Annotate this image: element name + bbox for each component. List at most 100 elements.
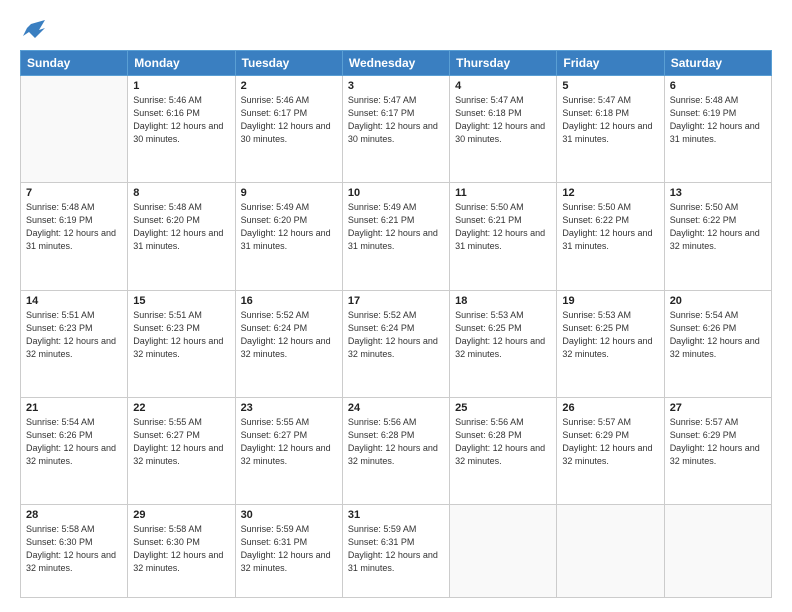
day-number: 5 [562, 80, 658, 92]
logo [20, 22, 45, 40]
cell-info: Sunrise: 5:52 AMSunset: 6:24 PMDaylight:… [241, 310, 331, 359]
calendar-cell: 22 Sunrise: 5:55 AMSunset: 6:27 PMDayligh… [128, 397, 235, 504]
calendar-cell: 9 Sunrise: 5:49 AMSunset: 6:20 PMDaylight… [235, 183, 342, 290]
cell-info: Sunrise: 5:58 AMSunset: 6:30 PMDaylight:… [133, 524, 223, 573]
calendar-cell: 30Sunrise: 5:59 AMSunset: 6:31 PMDayligh… [235, 505, 342, 598]
calendar-cell: 11Sunrise: 5:50 AMSunset: 6:21 PMDayligh… [450, 183, 557, 290]
header [20, 18, 772, 40]
weekday-header-friday: Friday [557, 51, 664, 76]
cell-info: Sunrise: 5:59 AMSunset: 6:31 PMDaylight:… [348, 524, 438, 573]
cell-info: Sunrise: 5:54 AMSunset: 6:26 PMDaylight:… [26, 417, 116, 466]
day-number: 26 [562, 402, 658, 414]
cell-info: Sunrise: 5:50 AMSunset: 6:22 PMDaylight:… [670, 202, 760, 251]
day-number: 14 [26, 295, 122, 307]
cell-info: Sunrise: 5:59 AMSunset: 6:31 PMDaylight:… [241, 524, 331, 573]
cell-info: Sunrise: 5:49 AMSunset: 6:20 PMDaylight:… [241, 202, 331, 251]
calendar-cell: 1 Sunrise: 5:46 AMSunset: 6:16 PMDaylight… [128, 76, 235, 183]
day-number: 7 [26, 187, 122, 199]
calendar-cell: 31 Sunrise: 5:59 AMSunset: 6:31 PMDayligh… [342, 505, 449, 598]
day-number: 21 [26, 402, 122, 414]
day-number: 11 [455, 187, 551, 199]
calendar-row-4: 28 Sunrise: 5:58 AMSunset: 6:30 PMDayligh… [21, 505, 772, 598]
day-number: 4 [455, 80, 551, 92]
calendar-cell: 16 Sunrise: 5:52 AMSunset: 6:24 PMDayligh… [235, 290, 342, 397]
calendar-cell: 28 Sunrise: 5:58 AMSunset: 6:30 PMDayligh… [21, 505, 128, 598]
day-number: 6 [670, 80, 766, 92]
cell-info: Sunrise: 5:51 AMSunset: 6:23 PMDaylight:… [26, 310, 116, 359]
cell-info: Sunrise: 5:56 AMSunset: 6:28 PMDaylight:… [455, 417, 545, 466]
day-number: 16 [241, 295, 337, 307]
calendar-cell: 10 Sunrise: 5:49 AMSunset: 6:21 PMDayligh… [342, 183, 449, 290]
day-number: 1 [133, 80, 229, 92]
cell-info: Sunrise: 5:53 AMSunset: 6:25 PMDaylight:… [455, 310, 545, 359]
calendar-cell: 3 Sunrise: 5:47 AMSunset: 6:17 PMDaylight… [342, 76, 449, 183]
day-number: 31 [348, 509, 444, 521]
day-number: 19 [562, 295, 658, 307]
day-number: 15 [133, 295, 229, 307]
cell-info: Sunrise: 5:57 AMSunset: 6:29 PMDaylight:… [562, 417, 652, 466]
cell-info: Sunrise: 5:52 AMSunset: 6:24 PMDaylight:… [348, 310, 438, 359]
weekday-header-sunday: Sunday [21, 51, 128, 76]
day-number: 20 [670, 295, 766, 307]
day-number: 29 [133, 509, 229, 521]
cell-info: Sunrise: 5:47 AMSunset: 6:18 PMDaylight:… [455, 95, 545, 144]
calendar-cell: 21 Sunrise: 5:54 AMSunset: 6:26 PMDayligh… [21, 397, 128, 504]
calendar-cell [664, 505, 771, 598]
calendar-cell: 4 Sunrise: 5:47 AMSunset: 6:18 PMDaylight… [450, 76, 557, 183]
cell-info: Sunrise: 5:54 AMSunset: 6:26 PMDaylight:… [670, 310, 760, 359]
calendar-cell: 12Sunrise: 5:50 AMSunset: 6:22 PMDayligh… [557, 183, 664, 290]
calendar-cell: 25Sunrise: 5:56 AMSunset: 6:28 PMDayligh… [450, 397, 557, 504]
cell-info: Sunrise: 5:55 AMSunset: 6:27 PMDaylight:… [133, 417, 223, 466]
calendar-table: SundayMondayTuesdayWednesdayThursdayFrid… [20, 50, 772, 598]
weekday-row: SundayMondayTuesdayWednesdayThursdayFrid… [21, 51, 772, 76]
cell-info: Sunrise: 5:48 AMSunset: 6:20 PMDaylight:… [133, 202, 223, 251]
day-number: 24 [348, 402, 444, 414]
day-number: 3 [348, 80, 444, 92]
calendar-cell: 27 Sunrise: 5:57 AMSunset: 6:29 PMDayligh… [664, 397, 771, 504]
cell-info: Sunrise: 5:48 AMSunset: 6:19 PMDaylight:… [26, 202, 116, 251]
calendar-cell [450, 505, 557, 598]
calendar-cell: 6Sunrise: 5:48 AMSunset: 6:19 PMDaylight… [664, 76, 771, 183]
calendar-cell: 14 Sunrise: 5:51 AMSunset: 6:23 PMDayligh… [21, 290, 128, 397]
day-number: 27 [670, 402, 766, 414]
day-number: 18 [455, 295, 551, 307]
weekday-header-tuesday: Tuesday [235, 51, 342, 76]
calendar-row-1: 7 Sunrise: 5:48 AMSunset: 6:19 PMDaylight… [21, 183, 772, 290]
cell-info: Sunrise: 5:57 AMSunset: 6:29 PMDaylight:… [670, 417, 760, 466]
day-number: 13 [670, 187, 766, 199]
cell-info: Sunrise: 5:56 AMSunset: 6:28 PMDaylight:… [348, 417, 438, 466]
calendar-cell [21, 76, 128, 183]
calendar-cell: 8 Sunrise: 5:48 AMSunset: 6:20 PMDaylight… [128, 183, 235, 290]
cell-info: Sunrise: 5:55 AMSunset: 6:27 PMDaylight:… [241, 417, 331, 466]
day-number: 12 [562, 187, 658, 199]
calendar-row-0: 1 Sunrise: 5:46 AMSunset: 6:16 PMDaylight… [21, 76, 772, 183]
calendar-cell: 7 Sunrise: 5:48 AMSunset: 6:19 PMDaylight… [21, 183, 128, 290]
calendar-cell: 15 Sunrise: 5:51 AMSunset: 6:23 PMDayligh… [128, 290, 235, 397]
day-number: 28 [26, 509, 122, 521]
cell-info: Sunrise: 5:58 AMSunset: 6:30 PMDaylight:… [26, 524, 116, 573]
weekday-header-saturday: Saturday [664, 51, 771, 76]
calendar-page: SundayMondayTuesdayWednesdayThursdayFrid… [0, 0, 792, 612]
calendar-cell: 29 Sunrise: 5:58 AMSunset: 6:30 PMDayligh… [128, 505, 235, 598]
weekday-header-thursday: Thursday [450, 51, 557, 76]
day-number: 10 [348, 187, 444, 199]
cell-info: Sunrise: 5:47 AMSunset: 6:17 PMDaylight:… [348, 95, 438, 144]
cell-info: Sunrise: 5:51 AMSunset: 6:23 PMDaylight:… [133, 310, 223, 359]
cell-info: Sunrise: 5:47 AMSunset: 6:18 PMDaylight:… [562, 95, 652, 144]
calendar-cell: 18 Sunrise: 5:53 AMSunset: 6:25 PMDayligh… [450, 290, 557, 397]
calendar-header: SundayMondayTuesdayWednesdayThursdayFrid… [21, 51, 772, 76]
calendar-cell: 24 Sunrise: 5:56 AMSunset: 6:28 PMDayligh… [342, 397, 449, 504]
cell-info: Sunrise: 5:49 AMSunset: 6:21 PMDaylight:… [348, 202, 438, 251]
cell-info: Sunrise: 5:46 AMSunset: 6:16 PMDaylight:… [133, 95, 223, 144]
calendar-cell: 2Sunrise: 5:46 AMSunset: 6:17 PMDaylight… [235, 76, 342, 183]
day-number: 23 [241, 402, 337, 414]
day-number: 22 [133, 402, 229, 414]
calendar-cell: 5 Sunrise: 5:47 AMSunset: 6:18 PMDaylight… [557, 76, 664, 183]
calendar-cell: 23 Sunrise: 5:55 AMSunset: 6:27 PMDayligh… [235, 397, 342, 504]
day-number: 9 [241, 187, 337, 199]
calendar-cell: 13 Sunrise: 5:50 AMSunset: 6:22 PMDayligh… [664, 183, 771, 290]
cell-info: Sunrise: 5:53 AMSunset: 6:25 PMDaylight:… [562, 310, 652, 359]
weekday-header-wednesday: Wednesday [342, 51, 449, 76]
calendar-row-2: 14 Sunrise: 5:51 AMSunset: 6:23 PMDayligh… [21, 290, 772, 397]
day-number: 8 [133, 187, 229, 199]
